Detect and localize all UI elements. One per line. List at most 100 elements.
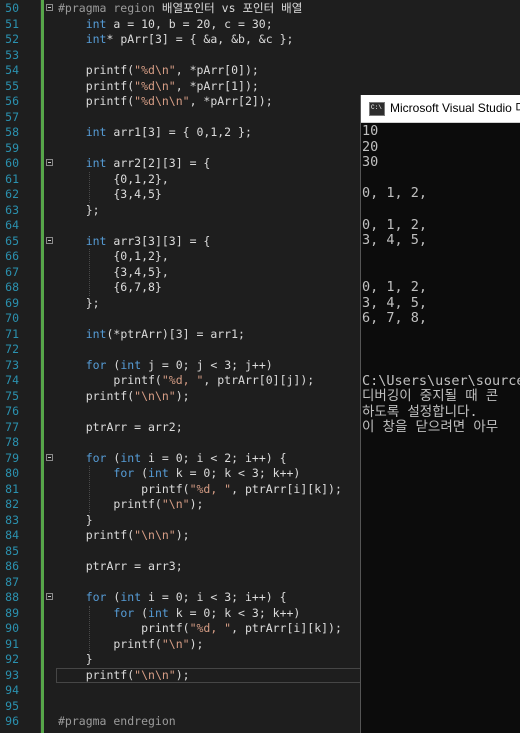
- line-number: 52: [5, 32, 19, 46]
- code-token: {3,4,5}: [58, 187, 162, 201]
- code-token: printf(: [58, 497, 162, 511]
- line-number: 67: [5, 264, 19, 279]
- string-token: "%d, ": [189, 481, 232, 496]
- line-number: 75: [5, 388, 19, 403]
- code-line[interactable]: 54 printf("%d\n", *pArr[0]);: [0, 63, 520, 79]
- line-number: 83: [5, 512, 19, 527]
- string-token: "%d\n": [134, 78, 176, 93]
- code-text: {6,7,8}: [58, 280, 161, 296]
- keyword-token: for: [85, 357, 107, 372]
- code-token: , ptrArr[i][k]);: [231, 481, 342, 496]
- code-line[interactable]: 51 int a = 10, b = 20, c = 30;: [0, 17, 520, 33]
- line-number: 72: [5, 342, 19, 356]
- console-line: 0, 1, 2,: [362, 216, 428, 233]
- code-token: , ptrArr[0][j]);: [203, 373, 315, 387]
- code-token: ptrArr = arr3;: [58, 559, 183, 573]
- line-number: 70: [5, 311, 19, 325]
- keyword-token: int: [85, 233, 107, 248]
- keyword-token: int: [85, 326, 107, 341]
- code-token: }: [58, 512, 93, 527]
- code-token: k = 0; k < 3; k++): [168, 605, 301, 620]
- code-token: );: [189, 636, 204, 651]
- code-token: );: [175, 667, 190, 682]
- line-number: 69: [5, 295, 19, 310]
- line-number: 55: [5, 78, 19, 93]
- code-line[interactable]: 52 int* pArr[3] = { &a, &b, &c };: [0, 32, 520, 48]
- keyword-token: for: [85, 450, 107, 465]
- console-line: 하도록 설정합니다.: [362, 403, 478, 420]
- console-title-bar[interactable]: Microsoft Visual Studio 디: [361, 95, 520, 123]
- console-line: 3, 4, 5,: [362, 294, 428, 311]
- code-token: i = 0; i < 3; i++) {: [141, 590, 287, 604]
- code-token: printf(: [58, 667, 135, 682]
- line-number: 93: [5, 667, 19, 682]
- code-text: printf("%d\n\n", *pArr[2]);: [58, 94, 273, 110]
- line-number: 86: [5, 559, 19, 573]
- code-token: , *pArr[1]);: [175, 78, 259, 93]
- collapse-icon[interactable]: [46, 236, 53, 244]
- code-token: , *pArr[2]);: [189, 94, 273, 108]
- collapse-icon[interactable]: [46, 159, 53, 166]
- line-number: 53: [5, 47, 19, 62]
- console-title: Microsoft Visual Studio 디: [390, 101, 520, 115]
- line-number: 76: [5, 404, 19, 418]
- line-number: 57: [5, 109, 19, 124]
- debug-console-window[interactable]: Microsoft Visual Studio 디 102030 0, 1, 2,…: [361, 95, 520, 733]
- keyword-token: int: [148, 466, 169, 480]
- line-number: 65: [5, 233, 19, 248]
- console-line: 20: [362, 138, 379, 155]
- line-number: 61: [5, 171, 19, 186]
- keyword-token: for: [85, 590, 107, 604]
- string-token: "%d\n\n": [134, 94, 190, 108]
- line-number: 96: [5, 714, 19, 728]
- console-line: 10: [362, 123, 379, 139]
- line-number: 84: [5, 528, 19, 542]
- code-text: printf("\n\n");: [58, 389, 190, 405]
- code-text: printf("%d, ", ptrArr[i][k]);: [58, 621, 342, 637]
- line-number: 56: [5, 94, 19, 108]
- code-token: );: [175, 528, 190, 542]
- code-text: {3,4,5},: [58, 265, 168, 281]
- collapse-icon[interactable]: [46, 453, 53, 461]
- collapse-icon[interactable]: [46, 593, 53, 600]
- line-number: 64: [5, 218, 19, 232]
- code-token: }: [58, 652, 93, 666]
- string-token: "%d\n": [134, 63, 176, 77]
- code-token: (: [106, 590, 121, 604]
- keyword-token: int: [85, 125, 107, 139]
- line-number: 71: [5, 326, 19, 341]
- code-text: {0,1,2},: [58, 172, 168, 188]
- code-token: (: [106, 450, 121, 465]
- keyword-token: int: [120, 450, 142, 465]
- code-token: , ptrArr[i][k]);: [231, 621, 342, 635]
- collapse-icon[interactable]: [46, 4, 53, 11]
- line-number: 60: [5, 156, 19, 170]
- line-number: 87: [5, 574, 19, 589]
- console-line: 이 창을 닫으려면 아무: [362, 419, 499, 436]
- code-token: {0,1,2},: [58, 249, 169, 263]
- keyword-token: int: [120, 590, 142, 604]
- line-number: 79: [5, 450, 19, 465]
- code-line[interactable]: 50 #pragma region 배열포인터 vs 포인터 배열: [0, 1, 520, 17]
- line-number: 54: [5, 63, 19, 77]
- string-token: "\n\n": [134, 667, 176, 682]
- code-line[interactable]: 53: [0, 48, 520, 64]
- code-token: ptrArr = arr2;: [58, 419, 183, 434]
- code-line[interactable]: 55 printf("%d\n", *pArr[1]);: [0, 79, 520, 95]
- code-token: printf(: [58, 528, 135, 542]
- code-token: arr3[3][3] = {: [106, 233, 211, 248]
- string-token: "\n\n": [134, 388, 176, 403]
- string-token: "%d, ": [161, 373, 204, 387]
- code-text: {3,4,5}: [58, 187, 162, 203]
- preprocessor-token: #pragma endregion: [58, 714, 176, 728]
- code-text: printf("%d, ", ptrArr[0][j]);: [58, 373, 314, 389]
